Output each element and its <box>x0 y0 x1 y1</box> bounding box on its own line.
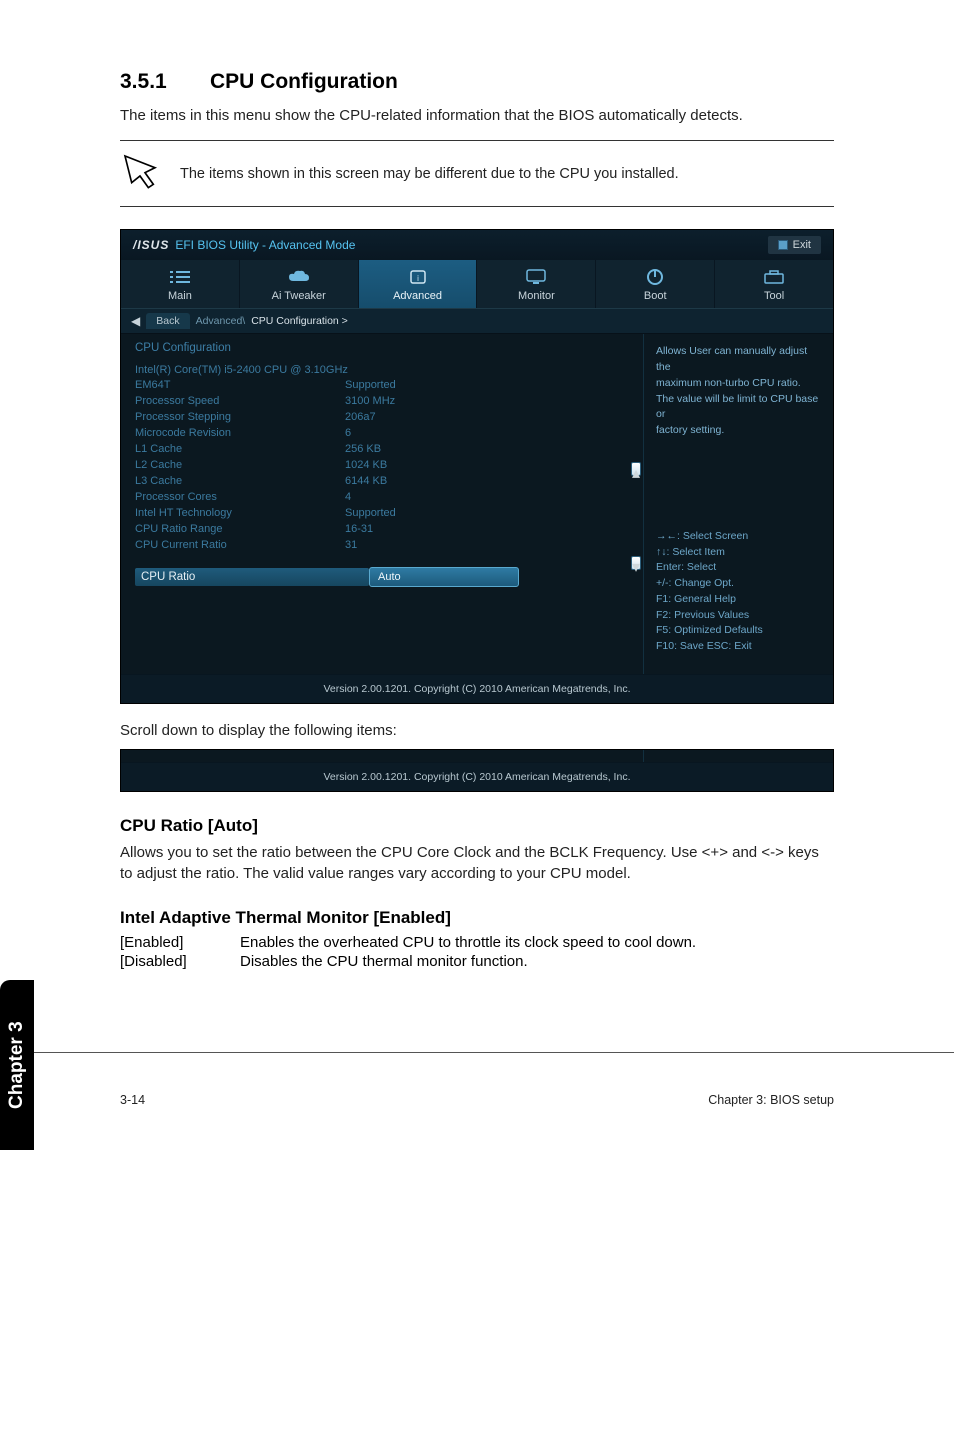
breadcrumb-current: CPU Configuration > <box>251 315 348 327</box>
info-row: Processor Speed3100 MHz <box>135 394 637 410</box>
breadcrumb-path: Advanced\ <box>196 315 246 327</box>
note-text: The items shown in this screen may be di… <box>180 166 679 182</box>
cpu-config-title: CPU Configuration <box>135 342 637 354</box>
page-number: 3-14 <box>120 1093 145 1107</box>
cpu-ratio-desc: Allows you to set the ratio between the … <box>120 842 834 884</box>
info-row: L2 Cache1024 KB <box>135 458 637 474</box>
info-row: L3 Cache6144 KB <box>135 474 637 490</box>
option-row: CPU RatioAuto <box>135 567 637 587</box>
exit-icon <box>778 240 788 250</box>
svg-text:i: i <box>417 274 419 283</box>
info-row: Microcode Revision6 <box>135 426 637 442</box>
def-row: [Disabled]Disables the CPU thermal monit… <box>120 953 834 970</box>
info-row: Processor Cores4 <box>135 490 637 506</box>
bios-screenshot-2: Version 2.00.1201. Copyright (C) 2010 Am… <box>120 749 834 792</box>
info-row: Intel HT TechnologySupported <box>135 506 637 522</box>
info-row: CPU Ratio Range16-31 <box>135 522 637 538</box>
tab-advanced[interactable]: iAdvanced <box>359 260 478 308</box>
bios-tabs: Main Ai Tweaker iAdvanced Monitor Boot T… <box>121 260 833 308</box>
note-row: The items shown in this screen may be di… <box>120 141 834 207</box>
bios-brand: /ISUS <box>133 238 169 252</box>
scroll-caption: Scroll down to display the following ite… <box>120 722 834 739</box>
info-row: L1 Cache256 KB <box>135 442 637 458</box>
info-row: CPU Current Ratio31 <box>135 538 637 554</box>
tab-monitor[interactable]: Monitor <box>477 260 596 308</box>
cpu-ratio-heading: CPU Ratio [Auto] <box>120 816 834 836</box>
info-row: Processor Stepping206a7 <box>135 410 637 426</box>
section-heading: 3.5.1CPU Configuration <box>120 70 834 94</box>
chip-icon: i <box>359 266 477 288</box>
side-chapter-tab: Chapter 3 <box>0 980 34 1150</box>
cloud-icon <box>240 266 358 288</box>
tab-boot[interactable]: Boot <box>596 260 715 308</box>
bios-screenshot-1: /ISUS EFI BIOS Utility - Advanced Mode E… <box>120 229 834 704</box>
breadcrumb: ◀ Back Advanced\ CPU Configuration > <box>121 308 833 334</box>
exit-button[interactable]: Exit <box>768 236 821 254</box>
page-footer: 3-14 Chapter 3: BIOS setup <box>0 1052 954 1137</box>
toolbox-icon <box>715 266 833 288</box>
note-icon <box>120 151 160 196</box>
cpu-model: Intel(R) Core(TM) i5-2400 CPU @ 3.10GHz <box>135 364 637 376</box>
bios-title: EFI BIOS Utility - Advanced Mode <box>175 238 355 252</box>
info-row: EM64TSupported <box>135 378 637 394</box>
tab-main[interactable]: Main <box>121 260 240 308</box>
scroll-up-button[interactable]: ▴ <box>631 462 641 476</box>
intro-text: The items in this menu show the CPU-rela… <box>120 106 834 126</box>
power-icon <box>596 266 714 288</box>
list-icon <box>121 266 239 288</box>
bios-footer: Version 2.00.1201. Copyright (C) 2010 Am… <box>121 674 833 703</box>
tab-ai-tweaker[interactable]: Ai Tweaker <box>240 260 359 308</box>
chapter-label: Chapter 3: BIOS setup <box>708 1093 834 1107</box>
scroll-down-button[interactable]: ▾ <box>631 556 641 570</box>
monitor-icon <box>477 266 595 288</box>
option-label: CPU Ratio <box>135 568 369 586</box>
back-button[interactable]: Back <box>146 313 189 329</box>
option-input[interactable]: Auto <box>369 567 519 587</box>
help-panel: Allows User can manually adjust the maxi… <box>643 334 833 674</box>
back-arrow-icon[interactable]: ◀ <box>131 314 140 328</box>
thermal-heading: Intel Adaptive Thermal Monitor [Enabled] <box>120 908 834 928</box>
bios-footer-2: Version 2.00.1201. Copyright (C) 2010 Am… <box>121 762 833 791</box>
def-row: [Enabled]Enables the overheated CPU to t… <box>120 934 834 951</box>
tab-tool[interactable]: Tool <box>715 260 833 308</box>
